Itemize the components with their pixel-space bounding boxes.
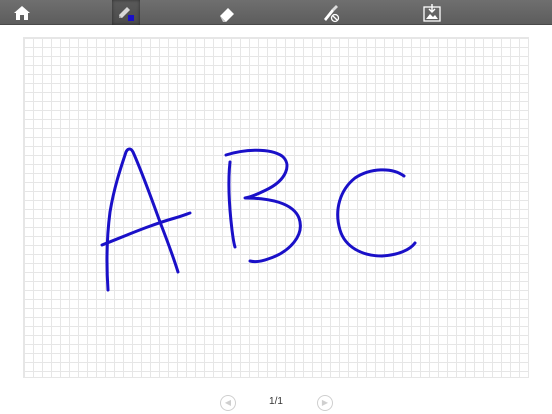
drawing-canvas[interactable] (23, 37, 529, 378)
eraser-tool-button[interactable] (214, 0, 242, 25)
clear-brush-icon (324, 4, 340, 22)
drawing-app: ◀ 1/1 ▶ (0, 0, 552, 414)
page-navigation: ◀ 1/1 ▶ (0, 393, 552, 413)
clear-brush-button[interactable] (316, 0, 344, 25)
next-page-icon: ▶ (321, 398, 329, 407)
export-image-button[interactable] (418, 0, 446, 25)
prev-page-button[interactable]: ◀ (220, 395, 236, 411)
export-image-icon (423, 3, 441, 22)
pen-icon (119, 6, 134, 21)
pen-tool-button[interactable] (112, 0, 140, 25)
next-page-button[interactable]: ▶ (317, 395, 333, 411)
page-indicator: 1/1 (269, 396, 283, 407)
home-button[interactable] (8, 0, 36, 25)
home-icon (14, 5, 30, 20)
eraser-icon (220, 7, 234, 22)
toolbar (0, 0, 552, 25)
prev-page-icon: ◀ (224, 398, 232, 407)
